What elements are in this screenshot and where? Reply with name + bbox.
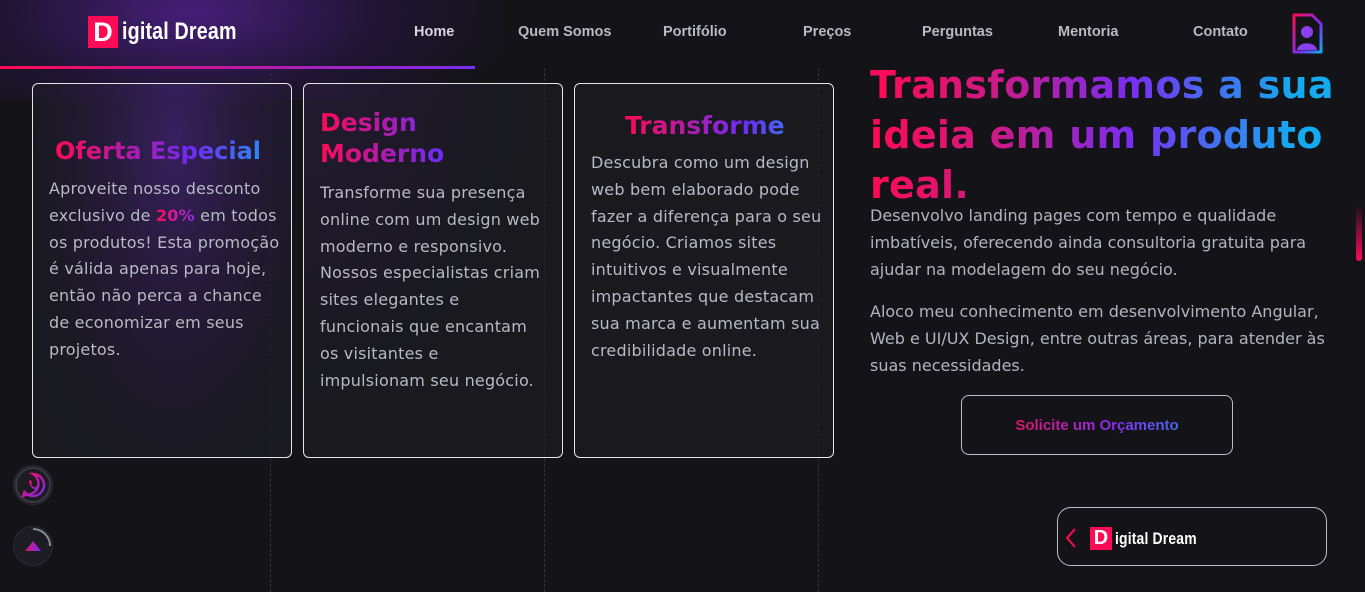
nav-item-contato[interactable]: Contato — [1193, 24, 1248, 40]
hero-paragraph: Desenvolvo landing pages com tempo e qua… — [870, 206, 1307, 279]
card-body-text: em todos os produtos! Esta promoção é vá… — [49, 205, 280, 359]
logo-text: igital Dream — [122, 18, 237, 45]
card-body: Descubra como um design web bem elaborad… — [591, 153, 822, 360]
document-user-icon[interactable] — [1290, 13, 1324, 59]
card-design-moderno: Design Moderno Transforme sua presença o… — [303, 83, 563, 458]
card-transforme: Transforme Descubra como um design web b… — [574, 83, 834, 458]
scroll-top-button[interactable] — [14, 527, 52, 565]
card-oferta-especial: Oferta Especial Aproveite nosso desconto… — [32, 83, 292, 458]
card-body: Transforme sua presença online com um de… — [320, 183, 541, 390]
arrow-up-icon — [25, 528, 51, 551]
nav-item-quem-somos[interactable]: Quem Somos — [518, 24, 611, 40]
card-title: Design Moderno — [320, 107, 520, 169]
brand-badge[interactable]: D igital Dream — [1057, 507, 1327, 566]
card-title: Oferta Especial — [55, 136, 285, 167]
badge-logo: D igital Dream — [1090, 527, 1215, 550]
nav-item-precos[interactable]: Preços — [803, 24, 851, 40]
logo-text: igital Dream — [1115, 528, 1197, 548]
logo-letter: D — [88, 16, 118, 48]
card-body: Aproveite nosso desconto exclusivo de 20… — [49, 176, 285, 364]
request-quote-button[interactable]: Solicite um Orçamento — [961, 395, 1233, 455]
nav-item-mentoria[interactable]: Mentoria — [1058, 24, 1118, 40]
nav-item-home[interactable]: Home — [414, 24, 454, 40]
scroll-indicator — [1356, 205, 1362, 261]
chevron-left-icon — [1065, 528, 1076, 548]
card-title: Transforme — [625, 110, 825, 141]
whatsapp-icon — [15, 467, 51, 503]
hero-title: Transformamos a sua ideia em um produto … — [870, 60, 1340, 210]
whatsapp-button[interactable] — [14, 466, 52, 504]
brand-logo[interactable]: D igital Dream — [88, 16, 262, 48]
header-underline — [0, 66, 475, 69]
logo-letter: D — [1090, 527, 1112, 550]
nav-item-perguntas[interactable]: Perguntas — [922, 24, 993, 40]
nav-item-portifolio[interactable]: Portifólio — [663, 24, 727, 40]
request-quote-label: Solicite um Orçamento — [1015, 416, 1179, 434]
discount-highlight: 20% — [155, 205, 195, 225]
hero-paragraph: Aloco meu conhecimento em desenvolviment… — [870, 302, 1325, 375]
